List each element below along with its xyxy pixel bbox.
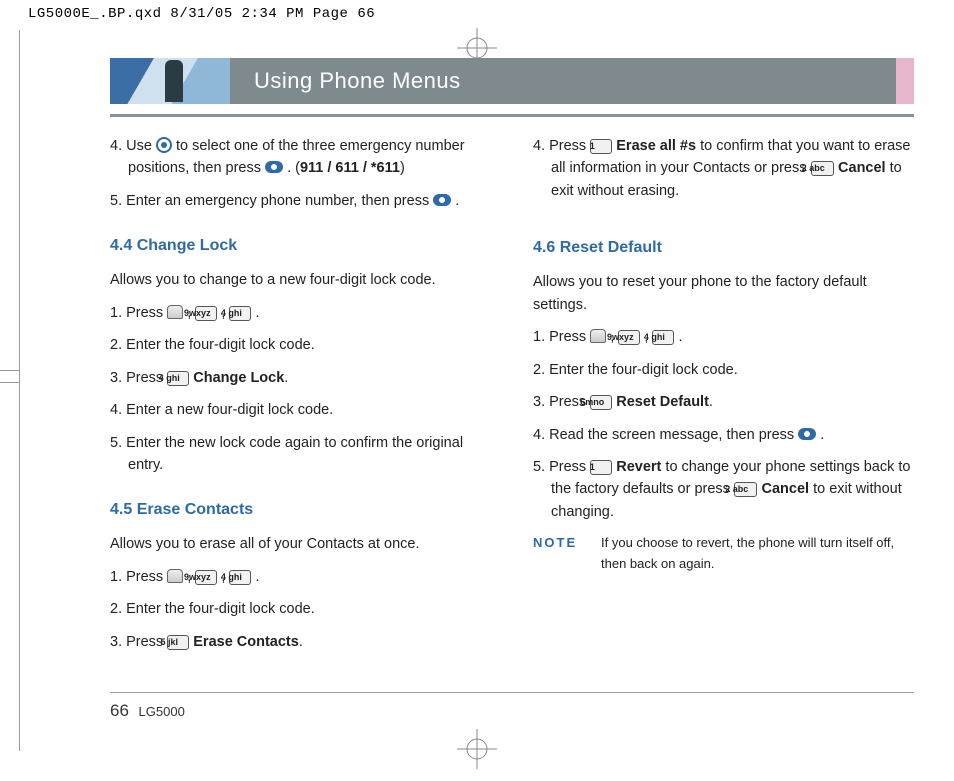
text: ) [400,160,405,176]
note-text: If you choose to revert, the phone will … [601,533,914,573]
paragraph: Allows you to reset your phone to the fa… [533,271,914,316]
bold: Erase Contacts [193,634,299,650]
text: . [455,193,459,209]
page-number: 66 [110,701,129,720]
key-2: 2 abc [811,161,835,176]
paragraph: Allows you to change to a new four-digit… [110,269,491,291]
step-text: 4. Press 1 Erase all #s to confirm that … [533,135,914,202]
softkey-icon [590,329,606,343]
text: . [284,370,288,386]
text: . [709,394,713,410]
section-banner: Using Phone Menus [110,58,914,104]
step-text: 4. Read the screen message, then press . [533,424,914,446]
content-columns: 4. Use to select one of the three emerge… [110,135,914,663]
step-text: 2. Enter the four-digit lock code. [533,359,914,381]
key-9: 9wxyz [618,330,640,345]
key-1: 1 [590,139,612,154]
step-text: 1. Press , 9wxyz , 4 ghi . [110,302,491,324]
text: . [255,569,259,585]
note-label: NOTE [533,533,585,573]
text: . [820,427,824,443]
key-5: 5 jkl [167,635,189,650]
key-4: 4 ghi [652,330,674,345]
step-text: 1. Press , 9wxyz , 4 ghi . [533,326,914,348]
text: 1. Press [110,569,167,585]
text: 5. Press [533,459,590,475]
step-text: 5. Enter the new lock code again to conf… [110,432,491,477]
key-1: 1 [590,460,612,475]
step-text: 3. Press 5 jkl Erase Contacts. [110,631,491,653]
key-4: 4 ghi [229,306,251,321]
note-block: NOTE If you choose to revert, the phone … [533,533,914,573]
heading-erase-contacts: 4.5 Erase Contacts [110,498,491,523]
divider [110,114,914,117]
text: 4. Use [110,138,156,154]
ok-key-icon [265,161,283,173]
heading-change-lock: 4.4 Change Lock [110,234,491,259]
step-text: 2. Enter the four-digit lock code. [110,598,491,620]
page-body: Using Phone Menus 4. Use to select one o… [110,58,914,721]
key-2: 2 abc [734,482,758,497]
text: . [678,329,682,345]
step-text: 4. Enter a new four-digit lock code. [110,399,491,421]
banner-title: Using Phone Menus [230,58,896,104]
banner-accent [896,58,914,104]
key-4: 4 ghi [167,371,189,386]
heading-reset-default: 4.6 Reset Default [533,236,914,261]
text: 3. Press [110,634,167,650]
key-4: 4 ghi [229,570,251,585]
model-label: LG5000 [139,704,185,719]
step-text: 1. Press , 9wxyz , 4 ghi . [110,566,491,588]
step-text: 2. Enter the four-digit lock code. [110,334,491,356]
key-9: 9wxyz [195,306,217,321]
ok-key-icon [433,194,451,206]
text: 5. Enter an emergency phone number, then… [110,193,433,209]
text: . [299,634,303,650]
qxd-header: LG5000E_.BP.qxd 8/31/05 2:34 PM Page 66 [28,6,375,22]
bold: Change Lock [193,370,284,386]
text: 1. Press [533,329,590,345]
softkey-icon [167,305,183,319]
right-column: 4. Press 1 Erase all #s to confirm that … [533,135,914,663]
nav-key-icon [156,137,172,153]
softkey-icon [167,569,183,583]
bold: Revert [616,459,661,475]
key-9: 9wxyz [195,570,217,585]
bold: Erase all #s [616,138,696,154]
crop-mark-left [0,30,20,751]
text: . ( [287,160,300,176]
crop-mark-bottom [457,729,497,769]
step-text: 5. Press 1 Revert to change your phone s… [533,456,914,523]
ok-key-icon [798,428,816,440]
left-column: 4. Use to select one of the three emerge… [110,135,491,663]
page-footer: 66 LG5000 [110,692,914,721]
text: 1. Press [110,305,167,321]
step-text: 3. Press 4 ghi Change Lock. [110,367,491,389]
step-text: 5. Enter an emergency phone number, then… [110,190,491,212]
step-text: 3. Press 6mno Reset Default. [533,391,914,413]
key-6: 6mno [590,395,612,410]
text: . [255,305,259,321]
bold: Cancel [761,481,809,497]
emergency-numbers: 911 / 611 / *611 [300,160,400,176]
paragraph: Allows you to erase all of your Contacts… [110,533,491,555]
bold: Cancel [838,160,886,176]
bold: Reset Default [616,394,709,410]
text: 4. Read the screen message, then press [533,427,798,443]
text: 4. Press [533,138,590,154]
step-text: 4. Use to select one of the three emerge… [110,135,491,180]
banner-image [110,58,230,104]
